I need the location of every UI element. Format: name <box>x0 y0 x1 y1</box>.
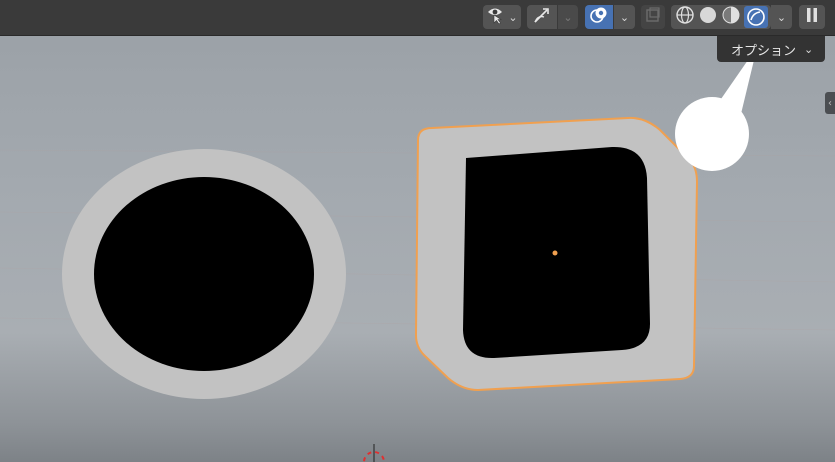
3d-viewport[interactable]: ⌄ ⌄ ⌄ ⌄ オプション ⌄ ‹ <box>0 0 835 462</box>
viewport-scene <box>0 60 835 462</box>
chevron-left-icon: ‹ <box>828 97 832 109</box>
xray-square-icon <box>645 7 661 27</box>
options-dropdown[interactable]: オプション ⌄ <box>717 36 825 62</box>
ring-object[interactable] <box>62 149 346 399</box>
pause-button[interactable] <box>799 5 825 29</box>
object-origin-dot <box>552 250 558 256</box>
ring-hole <box>94 177 314 371</box>
material-preview-shading-icon[interactable] <box>721 5 741 29</box>
pause-icon <box>805 7 819 27</box>
chevron-down-icon: ⌄ <box>776 10 787 24</box>
cube-object[interactable] <box>414 116 699 392</box>
solid-shading-icon[interactable] <box>698 5 718 29</box>
shading-dropdown[interactable]: ⌄ <box>771 5 792 29</box>
rendered-shading-icon[interactable] <box>743 6 768 28</box>
options-label: オプション <box>731 43 797 59</box>
gizmo-toggle-button[interactable] <box>527 5 557 29</box>
gizmo-dropdown[interactable]: ⌄ <box>558 5 578 29</box>
chevron-down-icon: ⌄ <box>563 10 573 24</box>
callout-bubble <box>675 60 754 171</box>
shading-mode-group <box>671 5 771 29</box>
3d-cursor-icon[interactable] <box>363 444 385 462</box>
chevron-down-icon: ⌄ <box>619 10 630 24</box>
overlay-dropdown[interactable]: ⌄ <box>614 5 635 29</box>
overlay-toggle-button[interactable] <box>585 5 613 29</box>
transform-gizmo-icon <box>532 5 552 29</box>
viewport-header: ⌄ ⌄ ⌄ ⌄ <box>0 0 835 36</box>
overlay-circles-icon <box>589 5 609 29</box>
wireframe-shading-icon[interactable] <box>675 5 695 29</box>
chevron-down-icon: ⌄ <box>508 10 518 24</box>
eye-arrow-icon <box>486 6 508 28</box>
chevron-down-icon: ⌄ <box>804 42 814 56</box>
sidebar-toggle[interactable]: ‹ <box>825 92 835 114</box>
xray-toggle-button[interactable] <box>641 5 665 29</box>
visibility-dropdown[interactable]: ⌄ <box>483 5 521 29</box>
